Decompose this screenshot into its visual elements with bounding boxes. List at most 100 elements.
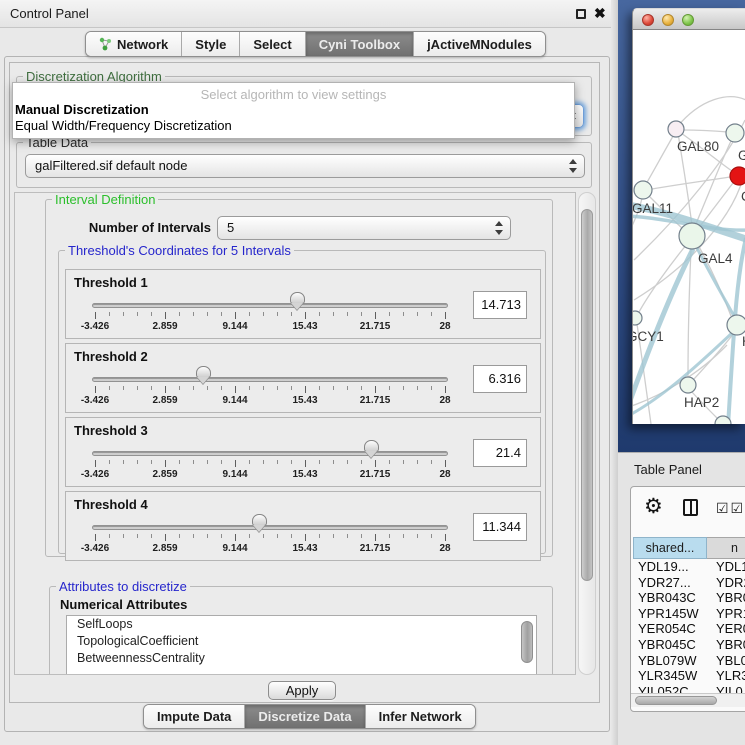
threshold-value-field[interactable]: 21.4: [473, 439, 527, 467]
algorithm-popup-hint: Select algorithm to view settings: [13, 87, 574, 102]
node-GAL4[interactable]: [679, 223, 705, 249]
node-GCY1[interactable]: [633, 311, 642, 325]
gear-icon[interactable]: ⚙: [644, 496, 663, 517]
thresholds-title: Threshold's Coordinates for 5 Intervals: [65, 243, 294, 258]
close-icon[interactable]: ✖: [594, 5, 606, 22]
table-row[interactable]: YBR043CYBR0: [633, 590, 745, 606]
interval-definition-group: Interval Definition Number of Intervals …: [45, 199, 553, 557]
node-label-GAL80: GAL80: [677, 139, 719, 154]
select-checkboxes-icon[interactable]: ☑☑: [716, 500, 745, 517]
attribute-item[interactable]: BetweennessCentrality: [67, 650, 536, 667]
table-header-row: shared... n: [633, 537, 745, 559]
close-traffic-light-icon[interactable]: [642, 14, 654, 26]
threshold-slider-thumb[interactable]: [252, 514, 267, 533]
table-data-combo[interactable]: galFiltered.sif default node: [25, 154, 585, 178]
threshold-slider-thumb[interactable]: [196, 366, 211, 385]
apply-button[interactable]: Apply: [268, 681, 336, 700]
bottom-tab-bar: Impute DataDiscretize DataInfer Network: [143, 704, 476, 729]
zoom-traffic-light-icon[interactable]: [682, 14, 694, 26]
network-icon: [99, 37, 112, 51]
node-label-GAL11: GAL11: [633, 201, 673, 216]
attributes-group: Attributes to discretize Numerical Attri…: [49, 586, 553, 675]
tab-style[interactable]: Style: [182, 32, 240, 56]
table-panel: Table Panel ⚙ ☑☑ shared... n YDL19...YDL…: [618, 452, 745, 745]
network-view-window: GAL80GCGAL11GAL4GCY1HHAP2: [632, 8, 745, 424]
control-panel-titlebar: Control Panel ✖: [0, 0, 618, 28]
columns-icon[interactable]: [683, 499, 698, 516]
popup-option-equal-width-frequency[interactable]: Equal Width/Frequency Discretization: [15, 118, 232, 133]
attribute-item[interactable]: TopologicalCoefficient: [67, 633, 536, 650]
thresholds-group: Threshold's Coordinates for 5 Intervals …: [58, 250, 546, 554]
threshold-value-field[interactable]: 14.713: [473, 291, 527, 319]
node-red-node[interactable]: [730, 167, 745, 185]
tab-impute-data[interactable]: Impute Data: [144, 705, 245, 728]
number-of-intervals-combo[interactable]: 5: [217, 216, 511, 240]
threshold-value-field[interactable]: 11.344: [473, 513, 527, 541]
threshold-1-box: Threshold 1 -3.4262.8599.14415.4321.71528…: [65, 269, 541, 339]
tab-infer-network[interactable]: Infer Network: [366, 705, 475, 728]
settings-scrollbar[interactable]: [578, 192, 596, 675]
table-row[interactable]: YDR27...YDR2: [633, 575, 745, 591]
popup-option-manual-discretization[interactable]: Manual Discretization: [15, 102, 149, 117]
float-window-icon[interactable]: [576, 9, 586, 19]
threshold-3-box: Threshold 3-3.4262.8599.14415.4321.71528…: [65, 417, 541, 487]
node-label-GCY1: GCY1: [633, 329, 664, 344]
table-row[interactable]: YER054CYER0: [633, 621, 745, 637]
numerical-attributes-list[interactable]: SelfLoopsTopologicalCoefficientBetweenne…: [66, 615, 537, 675]
tab-discretize-data[interactable]: Discretize Data: [245, 705, 365, 728]
threshold-slider-track[interactable]: [92, 303, 448, 308]
threshold-4-box: Threshold 4 -3.4262.8599.14415.4321.71528…: [65, 491, 541, 561]
table-row[interactable]: YBR045CYBR0: [633, 637, 745, 653]
threshold-label: Threshold 1: [74, 275, 148, 290]
threshold-2-box: Threshold 2-3.4262.8599.14415.4321.71528…: [65, 343, 541, 413]
combo-stepper-icon: [494, 221, 503, 235]
tab-jactivemnodules[interactable]: jActiveMNodules: [414, 32, 545, 56]
node-H-node[interactable]: [727, 315, 745, 335]
minimize-traffic-light-icon[interactable]: [662, 14, 674, 26]
threshold-slider-thumb[interactable]: [364, 440, 379, 459]
attributes-scrollbar[interactable]: [521, 621, 533, 663]
panel-title: Control Panel: [10, 6, 89, 21]
table-panel-title: Table Panel: [634, 462, 702, 477]
threshold-slider-track[interactable]: [92, 525, 448, 530]
column-header-name[interactable]: n: [707, 537, 745, 559]
node-label-GAL4: GAL4: [698, 251, 733, 266]
numerical-attributes-label: Numerical Attributes: [60, 597, 187, 612]
attribute-item[interactable]: SelfLoops: [67, 616, 536, 633]
node-top-right-node[interactable]: [726, 124, 744, 142]
node-label-red-node: C: [741, 189, 745, 204]
tab-network[interactable]: Network: [86, 32, 182, 56]
threshold-slider-track[interactable]: [92, 377, 448, 382]
table-row[interactable]: YDL19...YDL1: [633, 559, 745, 575]
panel-right-edge: [611, 0, 618, 745]
settings-scrollbar-thumb[interactable]: [581, 209, 593, 581]
network-canvas[interactable]: GAL80GCGAL11GAL4GCY1HHAP2: [632, 30, 745, 424]
network-graph[interactable]: GAL80GCGAL11GAL4GCY1HHAP2: [633, 30, 745, 424]
threshold-tick-scale: -3.4262.8599.14415.4321.71528: [95, 312, 445, 336]
node-label-top-right-node: G: [738, 148, 745, 163]
column-header-shared-name[interactable]: shared...: [633, 537, 707, 559]
threshold-value-field[interactable]: 6.316: [473, 365, 527, 393]
threshold-slider-track[interactable]: [92, 451, 448, 456]
table-row[interactable]: YLR345WYLR3: [633, 668, 745, 684]
node-GAL11[interactable]: [634, 181, 652, 199]
tab-cyni-toolbox[interactable]: Cyni Toolbox: [306, 32, 414, 56]
threshold-label: Threshold 4: [74, 497, 148, 512]
node-HAP2[interactable]: [680, 377, 696, 393]
threshold-label: Threshold 3: [74, 423, 148, 438]
table-hscrollbar-thumb[interactable]: [635, 696, 717, 705]
number-of-intervals-label: Number of Intervals: [86, 220, 211, 235]
network-window-titlebar[interactable]: [632, 8, 745, 30]
top-tab-bar: NetworkStyleSelectCyni ToolboxjActiveMNo…: [85, 31, 546, 57]
combo-stepper-icon: [568, 159, 577, 173]
table-row[interactable]: YPR145WYPR1: [633, 606, 745, 622]
interval-definition-title: Interval Definition: [52, 192, 158, 207]
settings-viewport: Interval Definition Number of Intervals …: [14, 192, 576, 675]
node-GAL80[interactable]: [668, 121, 684, 137]
table-hscrollbar[interactable]: [631, 693, 745, 707]
threshold-slider-thumb[interactable]: [290, 292, 305, 311]
tab-select[interactable]: Select: [240, 32, 305, 56]
table-row[interactable]: YBL079WYBL0: [633, 653, 745, 669]
threshold-tick-scale: -3.4262.8599.14415.4321.71528: [95, 534, 445, 558]
node-label-HAP2: HAP2: [684, 395, 719, 410]
